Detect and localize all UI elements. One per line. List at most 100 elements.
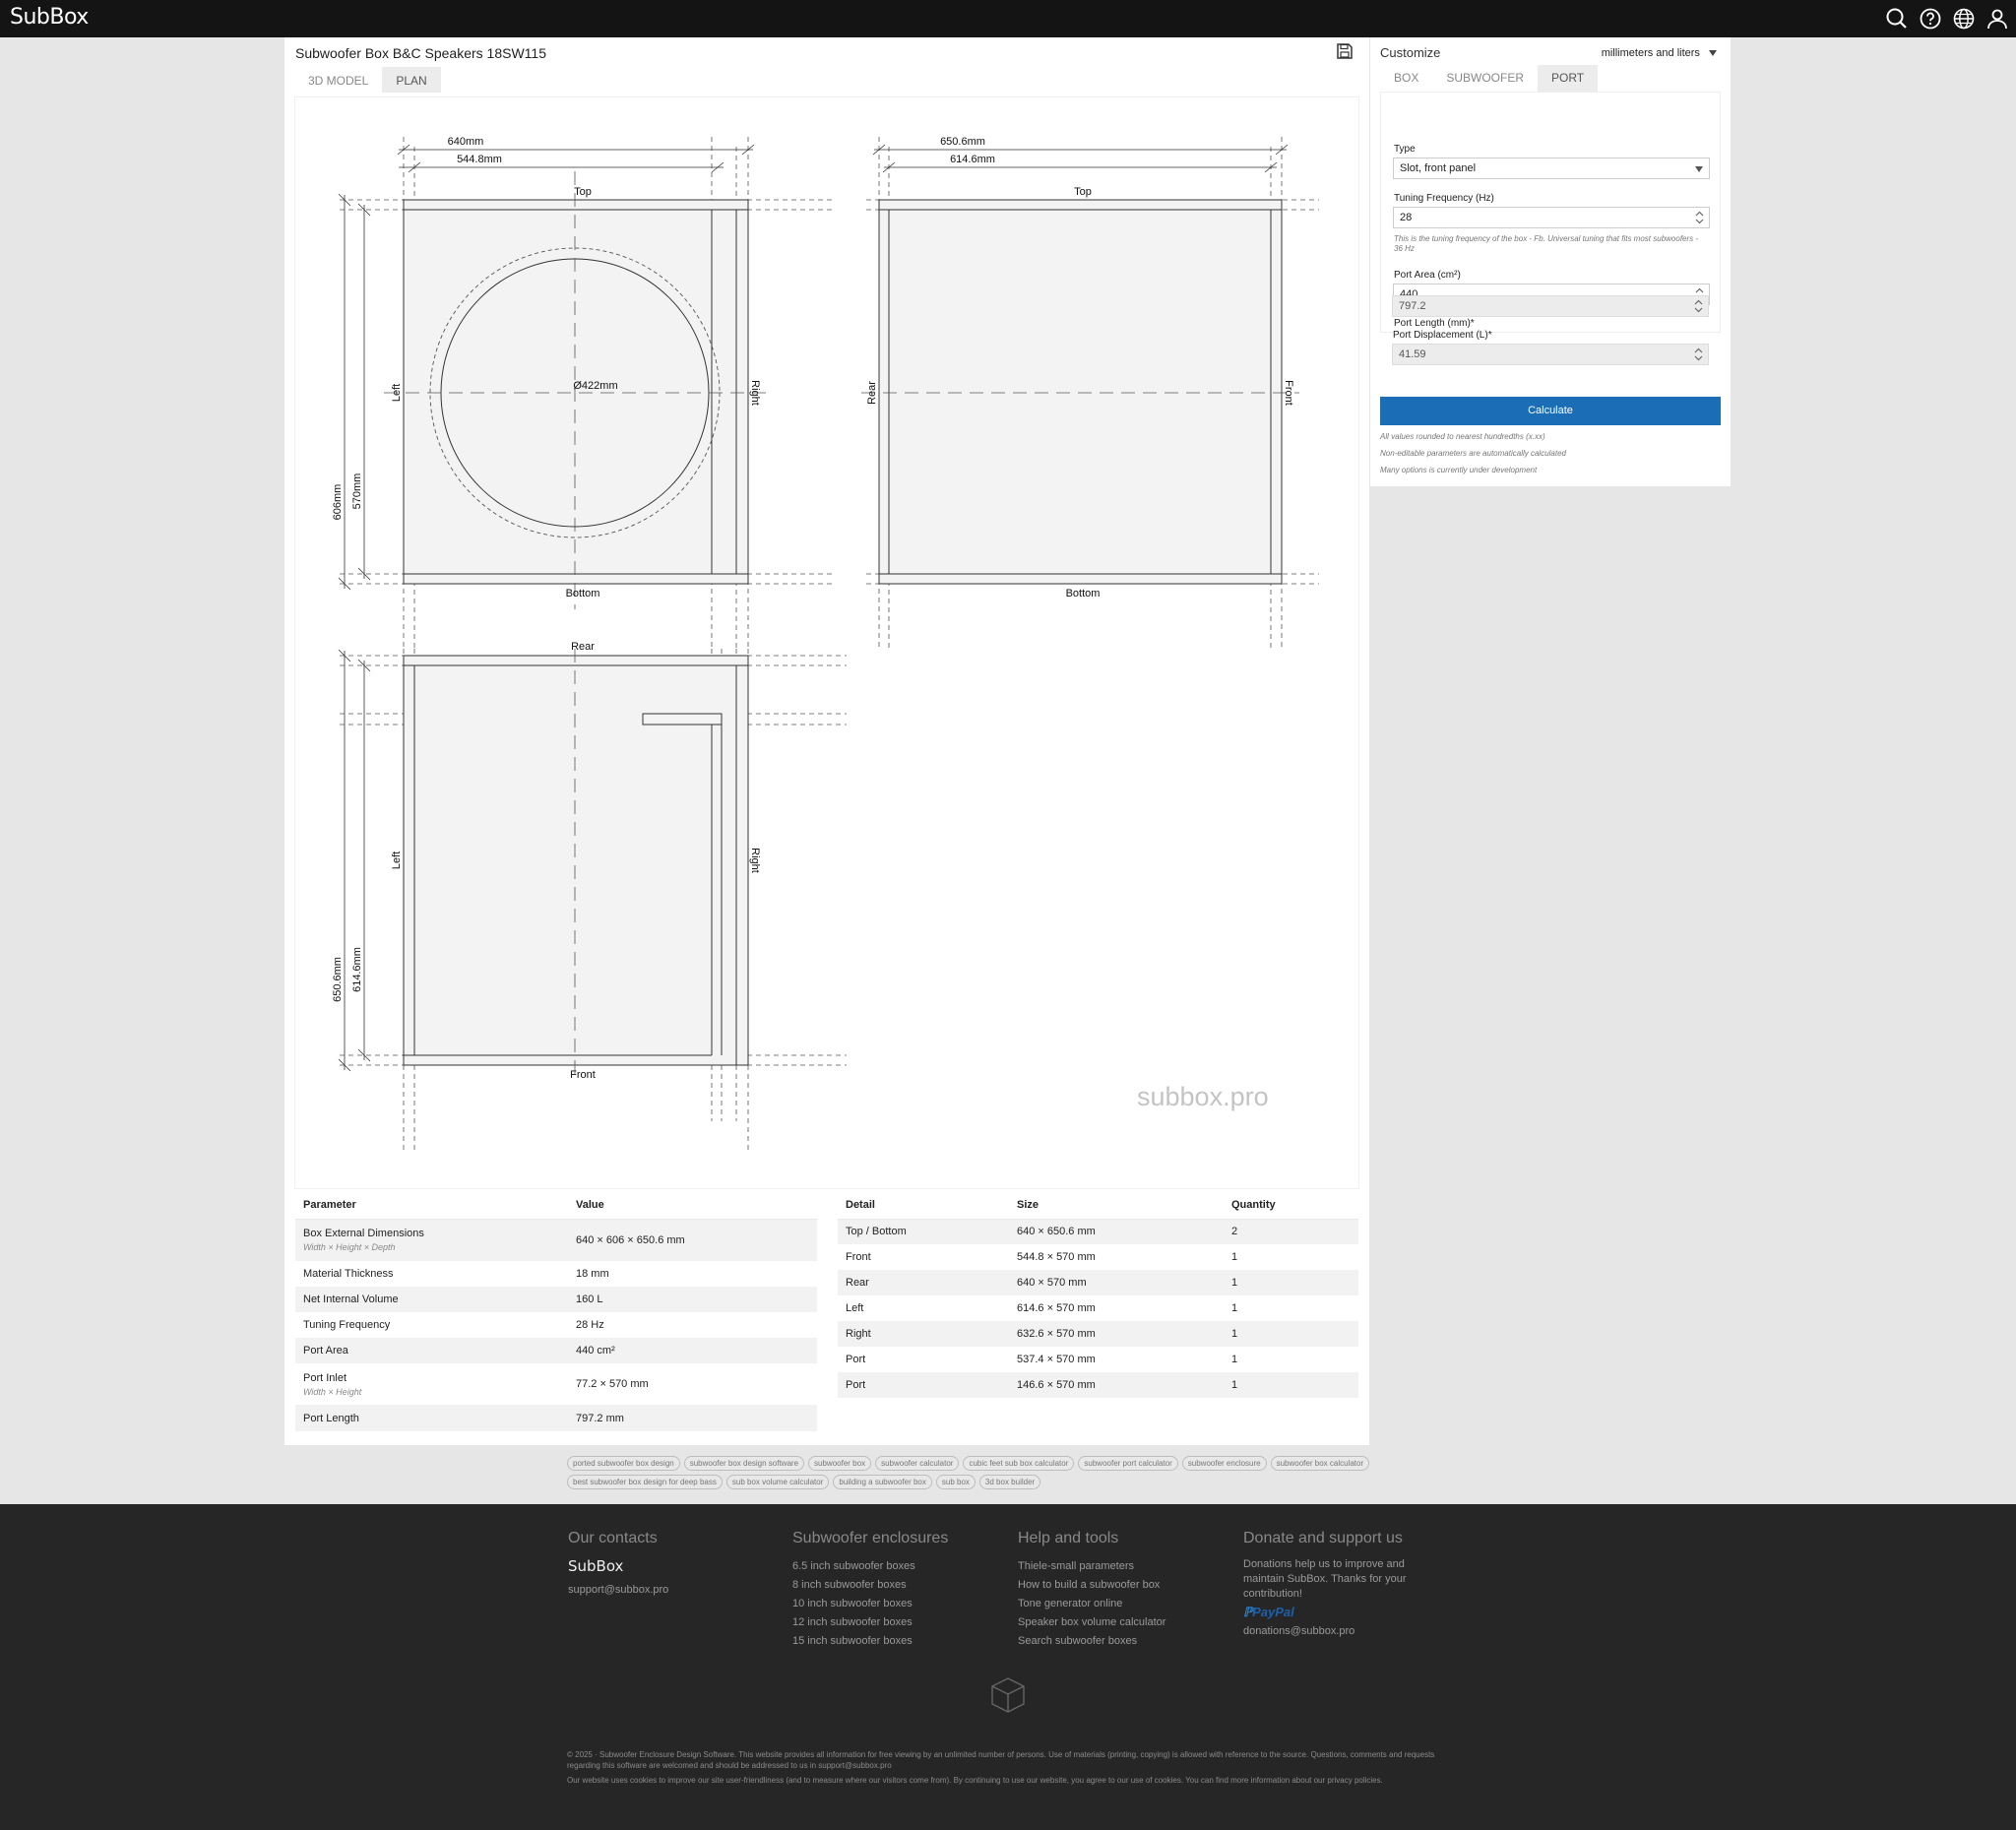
table-row: Port Area 440 cm² [295, 1338, 817, 1363]
note-rounding: All values rounded to nearest hundredths… [1380, 432, 1545, 441]
top-view-rear: Rear [571, 641, 595, 653]
footer-link[interactable]: Search subwoofer boxes [1018, 1632, 1166, 1651]
tag-link[interactable]: sub box [935, 1475, 976, 1489]
table-row: Tuning Frequency 28 Hz [303, 1319, 604, 1331]
tag-link[interactable]: building a subwoofer box [833, 1475, 932, 1489]
footer-link[interactable]: 8 inch subwoofer boxes [792, 1576, 948, 1595]
tag-cloud: ported subwoofer box design subwoofer bo… [567, 1456, 1433, 1489]
table-row: Port 537.4 × 570 mm 1 [846, 1354, 1238, 1365]
footer: Our contacts SubBox support@subbox.pro S… [0, 1504, 2016, 1830]
table-row: Right 632.6 × 570 mm 1 [838, 1321, 1358, 1347]
cutout-diameter: Ø422mm [573, 380, 617, 392]
footer-tools-title: Help and tools [1018, 1530, 1119, 1546]
footer-enclosures-title: Subwoofer enclosures [792, 1530, 949, 1546]
tag-link[interactable]: ported subwoofer box design [567, 1456, 680, 1471]
top-view-right: Right [749, 848, 761, 873]
type-label: Type [1394, 144, 1416, 155]
dim-height-606: 606mm [332, 484, 344, 521]
tuning-help: This is the tuning frequency of the box … [1394, 234, 1699, 253]
table-row: Net Internal Volume 160 L [295, 1287, 817, 1312]
customize-title: Customize [1380, 45, 1441, 60]
port-length-label: Port Length (mm)* [1394, 318, 1475, 329]
calculate-button[interactable]: Calculate [1380, 397, 1721, 425]
search-icon[interactable] [1884, 6, 1910, 32]
footer-link[interactable]: Speaker box volume calculator [1018, 1613, 1166, 1632]
stepper-icon [1694, 299, 1703, 313]
port-length-input: 797.2 [1392, 295, 1709, 317]
dim-side-width: 650.6mm [940, 136, 985, 148]
tag-link[interactable]: 3d box builder [978, 1475, 1041, 1489]
col-value: Value [568, 1191, 817, 1220]
tag-link[interactable]: subwoofer port calculator [1078, 1456, 1178, 1471]
footer-brand: SubBox [568, 1557, 624, 1575]
help-icon[interactable] [1918, 6, 1943, 32]
dim-inner-depth: 614.6mm [351, 947, 363, 992]
tag-link[interactable]: subwoofer box [808, 1456, 872, 1471]
label-right: Right [749, 380, 761, 406]
cookies-text: Our website uses cookies to improve our … [567, 1776, 1383, 1785]
tuning-frequency-input[interactable]: 28 [1393, 207, 1710, 228]
cube-icon [988, 1675, 1028, 1715]
watermark: subbox.pro [1137, 1082, 1269, 1111]
dim-depth: 650.6mm [332, 957, 344, 1002]
app-logo[interactable]: SubBox [10, 5, 89, 30]
customize-panel: Customize millimeters and liters BOX SUB… [1370, 37, 1731, 486]
footer-link[interactable]: Thiele-small parameters [1018, 1557, 1166, 1576]
tag-link[interactable]: subwoofer calculator [875, 1456, 960, 1471]
caret-down-icon [1709, 50, 1717, 57]
footer-link[interactable]: How to build a subwoofer box [1018, 1576, 1166, 1595]
note-development: Many options is currently under developm… [1380, 466, 1538, 474]
footer-link[interactable]: 6.5 inch subwoofer boxes [792, 1557, 948, 1576]
port-displacement-input: 41.59 [1392, 344, 1709, 365]
tag-link[interactable]: best subwoofer box design for deep bass [567, 1475, 723, 1489]
table-row: Port Inlet Width × Height 77.2 × 570 mm [303, 1371, 649, 1397]
tab-port[interactable]: PORT [1538, 65, 1599, 92]
tab-plan[interactable]: PLAN [382, 67, 441, 93]
units-select[interactable]: millimeters and liters [1602, 47, 1717, 59]
label-left: Left [391, 384, 403, 402]
table-row: Front 544.8 × 570 mm 1 [846, 1251, 1238, 1263]
tag-link[interactable]: subwoofer enclosure [1181, 1456, 1267, 1471]
stepper-icon[interactable] [1693, 210, 1706, 225]
table-row: Left 614.6 × 570 mm 1 [846, 1302, 1238, 1314]
details-table: Detail Size Quantity Top / Bottom 640 × 650… [838, 1191, 1358, 1398]
footer-link[interactable]: 10 inch subwoofer boxes [792, 1595, 948, 1613]
save-icon[interactable] [1335, 41, 1354, 61]
dim-width-640: 640mm [448, 136, 484, 148]
footer-donate-email[interactable]: donations@subbox.pro [1243, 1622, 1440, 1641]
paypal-logo[interactable]: ℙPayPal [1243, 1605, 1440, 1620]
stepper-icon [1694, 347, 1703, 361]
view-tabs: 3D MODEL PLAN [294, 67, 441, 93]
footer-email[interactable]: support@subbox.pro [568, 1581, 668, 1600]
port-area-label: Port Area (cm²) [1394, 270, 1461, 281]
table-row: Box External Dimensions Width × Height × … [295, 1219, 817, 1261]
tab-3d-model[interactable]: 3D MODEL [294, 67, 382, 93]
footer-link[interactable]: 15 inch subwoofer boxes [792, 1632, 948, 1651]
tag-link[interactable]: cubic feet sub box calculator [963, 1456, 1075, 1471]
tag-link[interactable]: subwoofer box design software [683, 1456, 805, 1471]
tag-link[interactable]: subwoofer box calculator [1270, 1456, 1370, 1471]
parameters-table: Parameter Value Box External Dimensions Wi… [295, 1191, 817, 1431]
table-row: Rear 640 × 570 mm 1 [838, 1270, 1358, 1295]
globe-icon[interactable] [1951, 6, 1977, 32]
footer-link[interactable]: Tone generator online [1018, 1595, 1166, 1613]
footer-link[interactable]: 12 inch subwoofer boxes [792, 1613, 948, 1632]
table-row: Port Length 797.2 mm [295, 1405, 817, 1431]
top-view-front: Front [570, 1069, 596, 1081]
user-icon[interactable] [1984, 6, 2010, 32]
side-label-rear: Rear [866, 381, 878, 405]
tag-link[interactable]: sub box volume calculator [725, 1475, 830, 1489]
label-bottom: Bottom [566, 588, 600, 599]
customize-tabs: BOX SUBWOOFER PORT [1380, 65, 1721, 93]
side-label-bottom: Bottom [1066, 588, 1101, 599]
footer-contacts-title: Our contacts [568, 1530, 658, 1546]
tab-subwoofer[interactable]: SUBWOOFER [1432, 65, 1538, 92]
type-select[interactable]: Slot, front panel [1393, 158, 1710, 179]
page-title: Subwoofer Box B&C Speakers 18SW115 [295, 45, 546, 61]
paypal-icon: ℙ [1243, 1605, 1253, 1619]
top-view-left: Left [391, 852, 403, 869]
table-row: Material Thickness 18 mm [303, 1268, 609, 1280]
tab-box[interactable]: BOX [1380, 65, 1432, 92]
main-panel: Subwoofer Box B&C Speakers 18SW115 3D MO… [284, 37, 1369, 1445]
label-top: Top [574, 186, 592, 198]
